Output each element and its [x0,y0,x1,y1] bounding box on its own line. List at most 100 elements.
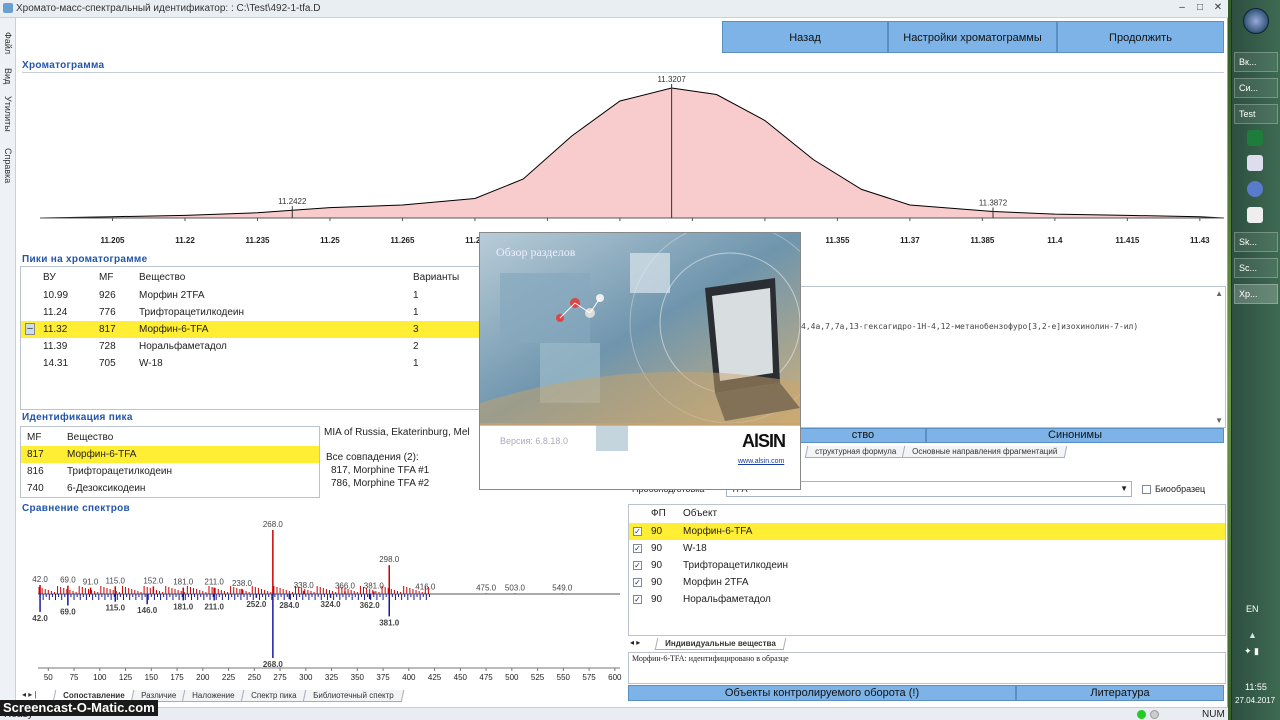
taskbar: Вк... Си... Test Sk... Sc... Хр... EN ▲ … [1231,0,1280,720]
status-bar: Ready NUM [0,707,1228,720]
x-tick-label: 175 [170,673,184,682]
maximize-button[interactable]: □ [1192,1,1208,15]
identification-header: MF Вещество [21,429,319,446]
menu-help[interactable]: Справка [1,148,15,183]
taskbar-item[interactable]: Sk... [1234,232,1278,252]
identification-table: MF Вещество 817 Морфин-6-TFA 816 Трифтор… [20,426,320,498]
tab-peak-spectrum[interactable]: Спектр пика [240,690,307,702]
peak-label-bottom: 69.0 [60,608,76,617]
row-marker-icon[interactable]: – [25,323,35,335]
notepad-icon[interactable] [1247,155,1263,171]
splash-url-link[interactable]: www.alsin.com [738,458,784,465]
table-row[interactable]: 11.39 728 Норальфаметадол 2 [21,338,479,355]
spectra-chart[interactable]: 42.0 69.0 91.0 115.0 152.0 181.0 211.0 238.0 268… [20,516,624,688]
cell-variants: 1 [413,290,419,301]
continue-button[interactable]: Продолжить [1057,21,1224,53]
object-checkbox[interactable]: ✓ [633,544,642,553]
excel-icon[interactable] [1247,130,1263,146]
scroll-down-icon[interactable]: ▼ [1215,416,1223,425]
object-checkbox[interactable]: ✓ [633,561,642,570]
peak-label-top: 416.0 [415,583,436,592]
x-tick-label: 250 [248,673,262,682]
tray-arrow-icon[interactable]: ▲ [1248,630,1257,640]
list-item[interactable]: ✓ 90 Норальфаметадол [629,591,1225,608]
menu-file[interactable]: Файл [1,32,15,54]
taskbar-item[interactable]: Вк... [1234,52,1278,72]
tab-nav-arrows[interactable]: ◂ ▸ [630,638,640,647]
x-tick-label: 11.415 [1115,236,1140,245]
list-item-selected[interactable]: ✓ 90 Морфин-6-TFA [629,523,1225,540]
x-tick-label: 11.37 [900,236,920,245]
splash-dialog[interactable]: Обзор разделов Версия: 6.8.18.0 AlSIN ww… [479,232,801,490]
x-tick-label: 11.4 [1047,236,1063,245]
menu-utilities[interactable]: Утилиты [1,96,15,132]
object-checkbox[interactable]: ✓ [633,527,642,536]
biosample-label: Биообразец [1155,484,1206,494]
media-player-icon[interactable] [1247,181,1263,197]
cell-rt: 14.31 [43,358,69,369]
chromatogram-chart[interactable]: 11.2422 11.3207 11.3872 11.205 11.22 11.235 11… [20,76,1226,252]
x-tick-label: 375 [376,673,390,682]
list-item[interactable]: ✓ 90 W-18 [629,540,1225,557]
menu-view[interactable]: Вид [1,68,15,84]
start-button[interactable] [1243,8,1269,34]
x-tick-label: 350 [351,673,365,682]
taskbar-item[interactable]: Test [1234,104,1278,124]
tab-nav-arrows[interactable]: ◂ ▸ | [22,690,37,699]
cell-substance: Норальфаметадол [139,341,227,352]
tab-individual-substances[interactable]: Индивидуальные вещества [654,638,786,650]
table-row[interactable]: 10.99 926 Морфин 2TFA 1 [21,287,479,304]
close-button[interactable]: ✕ [1210,1,1226,15]
cell-mf: 817 [27,449,44,460]
tab-structural-formula[interactable]: структурная формула [804,446,907,458]
object-checkbox[interactable]: ✓ [633,595,642,604]
match-item[interactable]: 786, Morphine TFA #2 [331,478,429,489]
clock-date[interactable]: 27.04.2017 [1235,696,1275,705]
peak-label-top: 152.0 [143,576,164,585]
cell-substance: Трифторацетилкодеин [139,307,245,318]
cell-mf: 728 [99,341,116,352]
cell-fp: 90 [651,577,663,588]
library-info: MIA of Russia, Ekaterinburg, Mel [324,427,470,438]
table-row-selected[interactable]: 817 Морфин-6-TFA [21,446,319,463]
clock-time[interactable]: 11:55 [1245,682,1267,692]
controlled-objects-button[interactable]: Объекты контролируемого оборота (!) [628,685,1016,701]
col-variants: Варианты [413,272,460,283]
table-row[interactable]: 816 Трифторацетилкодеин [21,463,319,480]
minimize-button[interactable]: – [1174,1,1190,15]
taskbar-item-active[interactable]: Хр... [1234,284,1278,304]
taskbar-item[interactable]: Си... [1234,78,1278,98]
x-tick-label: 11.235 [245,236,270,245]
taskbar-item[interactable]: Sc... [1234,258,1278,278]
table-row-selected[interactable]: – 11.32 817 Морфин-6-TFA 3 [21,321,479,338]
tray-icons[interactable]: ✦ ▮ [1244,646,1259,657]
literature-button[interactable]: Литература [1016,685,1224,701]
screencast-watermark: Screencast-O-Matic.com [0,700,158,716]
peaks-table-header: ВУ MF Вещество Варианты [21,269,479,286]
table-row[interactable]: 14.31 705 W-18 1 [21,355,479,372]
tab-library-spectrum[interactable]: Библиотечный спектр [302,690,404,702]
cell-object: W-18 [683,543,707,554]
biosample-checkbox[interactable] [1142,485,1151,494]
list-item[interactable]: ✓ 90 Трифторацетилкодеин [629,557,1225,574]
x-tick-label: 11.22 [175,236,195,245]
peak-label: 11.2422 [278,197,307,206]
table-row[interactable]: 740 6-Дезоксикодеин [21,480,319,497]
cell-rt: 10.99 [43,290,69,301]
tab-fragmentation[interactable]: Основные направления фрагментаций [902,446,1068,458]
tab-overlay[interactable]: Наложение [181,690,245,702]
synonyms-tab-button[interactable]: Синонимы [926,428,1224,443]
scroll-up-icon[interactable]: ▲ [1215,289,1223,298]
document-icon[interactable] [1247,207,1263,223]
peak-label-top: 211.0 [204,578,224,587]
list-item[interactable]: ✓ 90 Морфин 2TFA [629,574,1225,591]
chromatogram-settings-button[interactable]: Настройки хроматограммы [888,21,1057,53]
object-checkbox[interactable]: ✓ [633,578,642,587]
x-tick-label: 500 [505,673,519,682]
table-row[interactable]: 11.24 776 Трифторацетилкодеин 1 [21,304,479,321]
description-tab-button[interactable]: ство [800,428,926,443]
language-indicator[interactable]: EN [1246,604,1259,614]
match-item[interactable]: 817, Morphine TFA #1 [331,465,429,476]
peak-label-top: 115.0 [106,576,126,585]
back-button[interactable]: Назад [722,21,888,53]
